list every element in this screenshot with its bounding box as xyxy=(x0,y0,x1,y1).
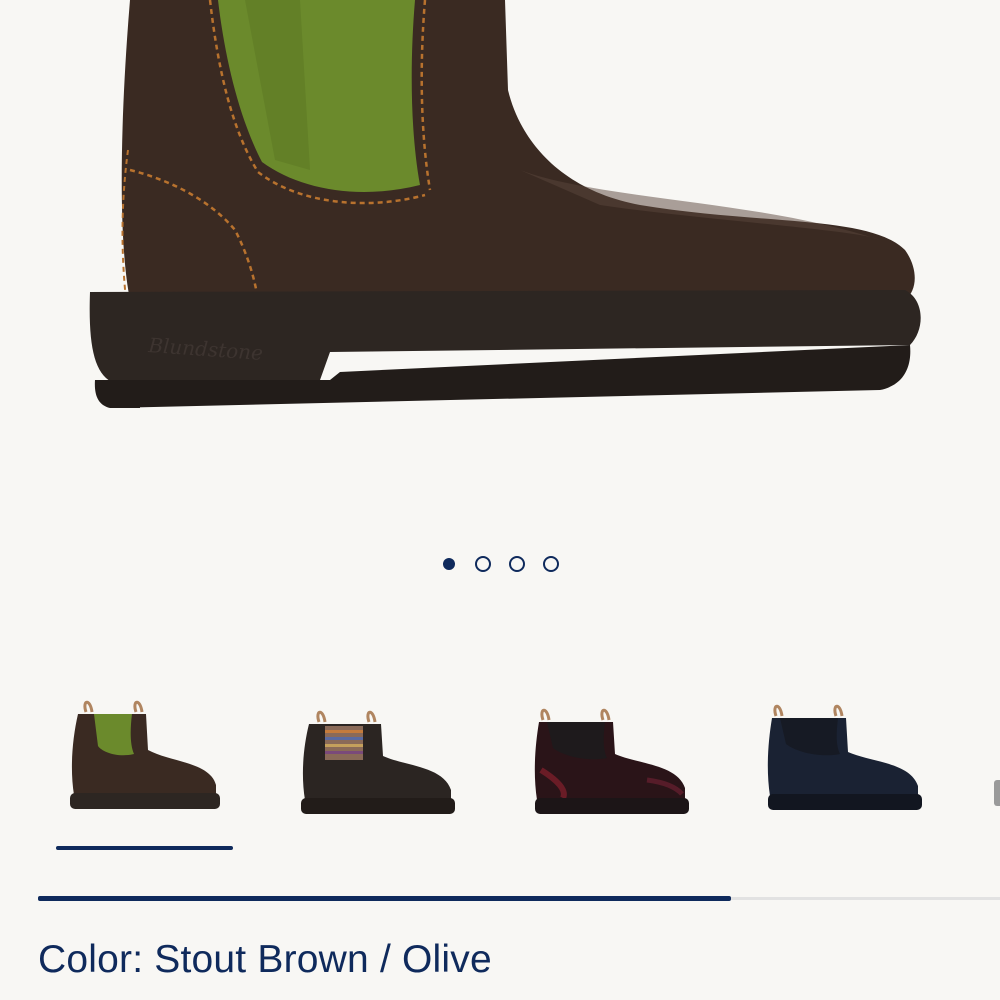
carousel-dot-4[interactable] xyxy=(543,556,559,572)
swatch-scroll-thumb[interactable] xyxy=(38,896,731,901)
carousel-dot-1[interactable] xyxy=(443,558,455,570)
boot-illustration: Blundstone xyxy=(89,0,921,408)
boot-thumbnail-icon xyxy=(70,700,220,809)
carousel-dot-2[interactable] xyxy=(475,556,491,572)
boot-thumbnail-icon xyxy=(534,708,689,814)
boot-thumbnail-icon xyxy=(301,710,455,814)
carousel-pagination xyxy=(0,556,1000,578)
swatch-burgundy-rub[interactable] xyxy=(527,690,707,840)
swatch-brown-stripe[interactable] xyxy=(293,690,473,840)
boot-thumbnail-icon xyxy=(767,704,922,810)
carousel-dot-3[interactable] xyxy=(509,556,525,572)
color-swatch-list xyxy=(0,690,1000,860)
swatch-navy[interactable] xyxy=(760,690,940,840)
selected-color-label: Color: Stout Brown / Olive xyxy=(38,938,492,981)
swatch-stout-brown-olive[interactable] xyxy=(60,690,240,840)
hero-product-image[interactable]: Blundstone xyxy=(0,0,1000,520)
selected-swatch-indicator xyxy=(56,846,233,850)
next-swatch-peek[interactable] xyxy=(994,780,1000,806)
